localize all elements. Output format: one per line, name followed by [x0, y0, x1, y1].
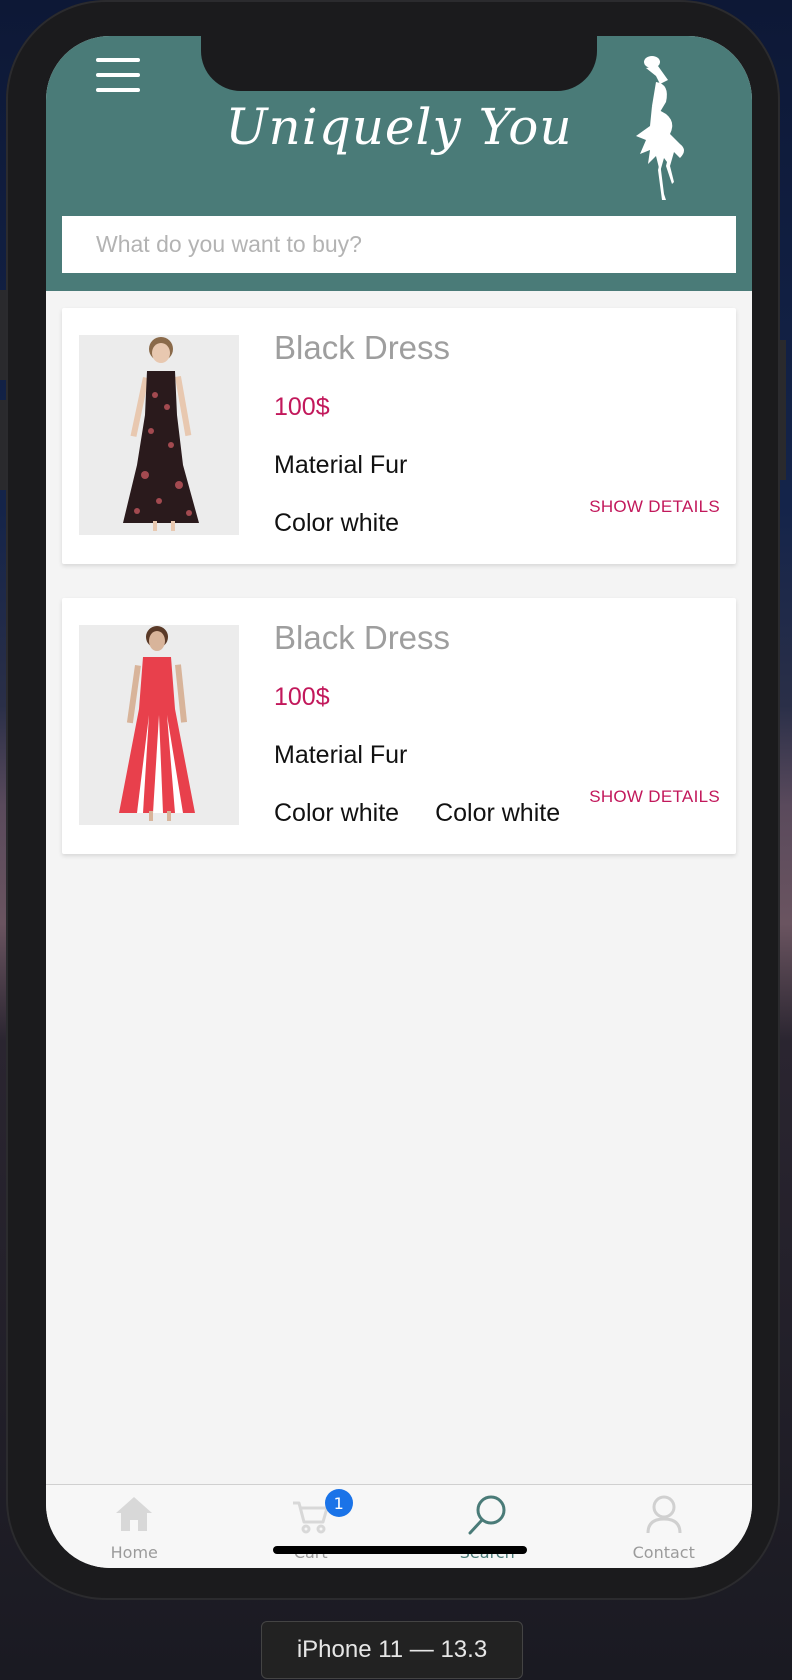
product-image: [79, 335, 239, 535]
menu-icon[interactable]: [96, 58, 140, 92]
product-card[interactable]: Black Dress 100$ Material Fur Color whit…: [62, 598, 736, 854]
product-image: [79, 625, 239, 825]
home-icon: [116, 1497, 153, 1531]
product-card[interactable]: Black Dress 100$ Material Fur Color whit…: [62, 308, 736, 564]
show-details-button[interactable]: SHOW DETAILS: [589, 497, 720, 517]
product-color: Color white: [435, 799, 561, 827]
volume-button: [0, 290, 6, 380]
tab-label: Home: [110, 1543, 158, 1562]
product-price: 100$: [274, 393, 330, 421]
home-indicator[interactable]: [273, 1546, 527, 1554]
volume-button: [0, 400, 6, 490]
simulator-label: iPhone 11 — 13.3: [261, 1621, 523, 1679]
tab-label: Contact: [632, 1543, 695, 1562]
device-frame: Uniquely You What do you want to buy? Bl…: [0, 0, 786, 1600]
search-icon: [468, 1495, 506, 1535]
search-input[interactable]: [62, 216, 736, 273]
product-color: Color white: [274, 509, 400, 537]
cart-badge: 1: [324, 1489, 353, 1517]
tab-home[interactable]: Home: [46, 1485, 223, 1568]
product-price: 100$: [274, 683, 330, 711]
tab-search[interactable]: Search: [399, 1485, 576, 1568]
notch: [201, 36, 597, 91]
product-material: Material Fur: [274, 741, 408, 769]
tab-contact[interactable]: Contact: [576, 1485, 753, 1568]
person-icon: [646, 1495, 682, 1534]
tab-bar: Home 1 Cart Search: [46, 1484, 752, 1568]
power-button: [780, 340, 786, 480]
show-details-button[interactable]: SHOW DETAILS: [589, 787, 720, 807]
fashion-logo-icon: [636, 56, 684, 200]
product-material: Material Fur: [274, 451, 408, 479]
product-title: Black Dress: [274, 619, 451, 656]
tab-cart[interactable]: 1 Cart: [223, 1485, 400, 1568]
product-list: Black Dress 100$ Material Fur Color whit…: [62, 308, 736, 888]
product-title: Black Dress: [274, 329, 451, 366]
product-color: Color white: [274, 799, 400, 827]
app-screen: Uniquely You What do you want to buy? Bl…: [46, 36, 752, 1568]
